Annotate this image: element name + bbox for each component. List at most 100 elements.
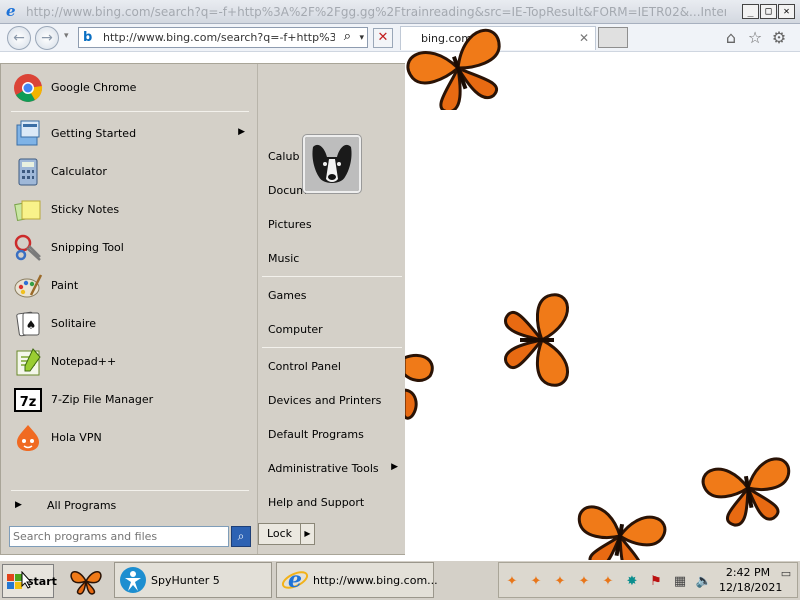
system-tray: ✦ ✦ ✦ ✦ ✦ ✸ ⚑ ▦ 🔈 2:42 PM 12/18/2021 ▭	[498, 562, 798, 598]
lock-button[interactable]: Lock	[258, 523, 301, 545]
place-label: Administrative Tools	[268, 462, 379, 475]
getting-started-icon	[16, 120, 40, 146]
program-sticky-notes[interactable]: Sticky Notes	[9, 192, 255, 228]
search-icon[interactable]: ⌕	[344, 29, 351, 45]
home-icon[interactable]: ⌂	[722, 29, 740, 47]
program-label: Paint	[51, 279, 79, 292]
place-games[interactable]: Games	[262, 283, 404, 307]
back-button[interactable]: ←	[7, 26, 31, 50]
hola-vpn-icon	[17, 425, 39, 451]
butterfly-app-icon[interactable]	[68, 567, 104, 595]
start-button[interactable]: start	[2, 564, 57, 598]
place-devices-and-printers[interactable]: Devices and Printers	[262, 388, 404, 412]
taskbar-spyhunter[interactable]: SpyHunter 5	[114, 562, 272, 598]
program-paint[interactable]: Paint	[9, 268, 255, 304]
program-hola-vpn[interactable]: Hola VPN	[9, 420, 255, 456]
settings-gear-icon[interactable]: ⚙	[770, 29, 788, 47]
forward-button[interactable]: →	[35, 26, 59, 50]
butterfly-tray-icon[interactable]: ✦	[575, 573, 593, 591]
place-label: Help and Support	[268, 496, 365, 509]
place-label: Games	[268, 289, 307, 302]
7zip-icon: 7z	[14, 388, 42, 412]
svg-text:♠: ♠	[26, 318, 37, 332]
program-notepad-plus-plus[interactable]: Notepad++	[9, 344, 255, 380]
sticky-notes-icon	[14, 200, 41, 222]
solitaire-icon: ♠	[16, 311, 40, 337]
paint-icon	[14, 274, 43, 298]
address-bar[interactable]: b http://www.bing.com/search?q=-f+http%3…	[78, 27, 368, 48]
clock[interactable]: 2:42 PM 12/18/2021	[719, 565, 783, 595]
butterfly-tray-icon[interactable]: ✦	[551, 573, 569, 591]
close-button[interactable]: ✕	[778, 4, 795, 19]
program-calculator[interactable]: Calculator	[9, 154, 255, 190]
action-center-flag-icon[interactable]: ⚑	[647, 573, 665, 591]
all-programs-button[interactable]: ▶ All Programs	[9, 496, 249, 518]
butterfly-image	[404, 353, 434, 420]
butterfly-image	[504, 293, 569, 387]
place-label: Pictures	[268, 218, 312, 231]
butterfly-image	[406, 28, 501, 110]
svg-text:e: e	[288, 567, 302, 593]
butterfly-tray-icon[interactable]: ✦	[503, 573, 521, 591]
separator	[11, 490, 249, 491]
internet-explorer-icon: e	[6, 2, 16, 20]
all-programs-label: All Programs	[47, 499, 117, 512]
tab-close-icon[interactable]: ✕	[579, 31, 589, 45]
program-label: Snipping Tool	[51, 241, 124, 254]
history-dropdown-icon[interactable]: ▾	[64, 31, 69, 41]
program-label: Sticky Notes	[51, 203, 120, 216]
program-snipping-tool[interactable]: Snipping Tool	[9, 230, 255, 266]
network-icon[interactable]: ▦	[671, 573, 689, 591]
program-7zip[interactable]: 7z 7-Zip File Manager	[9, 382, 255, 418]
favorites-star-icon[interactable]: ☆	[746, 29, 764, 47]
place-pictures[interactable]: Pictures	[262, 212, 404, 236]
show-desktop-icon[interactable]: ▭	[777, 565, 795, 583]
butterfly-tray-icon[interactable]: ✦	[527, 573, 545, 591]
submenu-arrow-icon: ▶	[238, 127, 245, 137]
taskbar-internet-explorer[interactable]: e http://www.bing.com...	[276, 562, 438, 598]
program-label: Notepad++	[51, 355, 117, 368]
svg-text:7z: 7z	[20, 395, 37, 410]
pinned-item-google-chrome[interactable]: Google Chrome	[9, 70, 255, 106]
network-status-icon[interactable]: ✸	[623, 573, 641, 591]
start-search-input[interactable]	[10, 527, 220, 545]
place-help-and-support[interactable]: Help and Support	[262, 490, 404, 514]
address-url[interactable]: http://www.bing.com/search?q=-f+http%3A%…	[103, 31, 335, 44]
program-label: Hola VPN	[51, 431, 102, 444]
user-avatar[interactable]	[303, 135, 361, 193]
dog-avatar-image	[305, 137, 359, 191]
separator	[262, 347, 402, 348]
start-search-field[interactable]	[9, 526, 229, 547]
place-label: Music	[268, 252, 300, 265]
address-dropdown-icon[interactable]: ▾	[359, 30, 364, 46]
shutdown-options-arrow-icon[interactable]: ▶	[300, 523, 315, 545]
taskbar: start SpyHunter 5 e http://www.bing.com.…	[0, 560, 800, 600]
program-solitaire[interactable]: ♠ Solitaire	[9, 306, 255, 342]
volume-icon[interactable]: 🔈	[695, 573, 713, 591]
snipping-tool-icon	[14, 234, 41, 261]
program-label: Getting Started	[51, 127, 137, 140]
place-administrative-tools[interactable]: Administrative Tools ▶	[262, 456, 404, 480]
butterfly-image	[701, 457, 791, 527]
place-music[interactable]: Music	[262, 246, 404, 270]
search-icon[interactable]: ⌕	[231, 526, 251, 547]
separator	[11, 111, 249, 112]
taskbar-button-label: SpyHunter 5	[151, 574, 220, 587]
butterfly-image	[577, 505, 667, 560]
program-getting-started[interactable]: Getting Started ▶	[9, 116, 255, 152]
submenu-arrow-icon: ▶	[391, 462, 398, 472]
maximize-button[interactable]: □	[760, 4, 777, 19]
window-title: http://www.bing.com/search?q=-f+http%3A%…	[26, 5, 726, 19]
internet-explorer-icon: e	[281, 567, 309, 593]
place-default-programs[interactable]: Default Programs	[262, 422, 404, 446]
place-computer[interactable]: Computer	[262, 317, 404, 341]
all-programs-arrow-icon: ▶	[15, 500, 22, 510]
place-control-panel[interactable]: Control Panel	[262, 354, 404, 378]
butterfly-tray-icon[interactable]: ✦	[599, 573, 617, 591]
new-tab-button[interactable]	[598, 27, 628, 48]
minimize-button[interactable]: _	[742, 4, 759, 19]
title-bar: e http://www.bing.com/search?q=-f+http%3…	[0, 0, 800, 24]
place-label: Devices and Printers	[268, 394, 382, 407]
stop-button[interactable]: ✕	[373, 28, 393, 48]
clock-date: 12/18/2021	[719, 581, 783, 594]
